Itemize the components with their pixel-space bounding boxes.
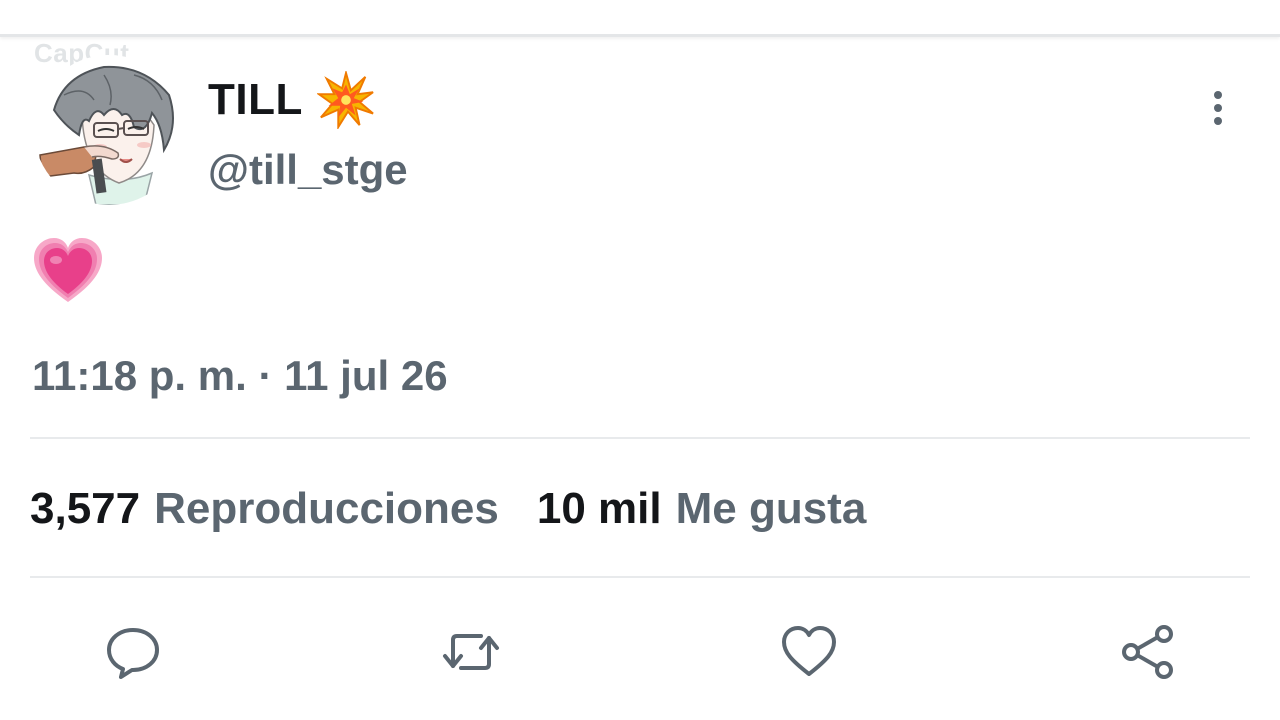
tweet-stats: 3,577 Reproducciones 10 mil Me gusta	[30, 484, 866, 534]
collision-emoji-icon	[316, 71, 374, 129]
user-handle[interactable]: @till_stge	[208, 146, 408, 194]
avatar-illustration	[34, 55, 184, 205]
top-bar	[0, 0, 1280, 37]
share-button[interactable]	[1110, 614, 1186, 690]
divider	[30, 437, 1250, 439]
tweet-timestamp[interactable]: 11:18 p. m. · 11 jul 26	[32, 352, 448, 400]
display-name-row[interactable]: TILL	[208, 71, 375, 129]
more-dot	[1214, 117, 1222, 125]
reply-icon	[107, 628, 159, 679]
tweet-action-bar	[0, 614, 1280, 690]
more-dot	[1214, 104, 1222, 112]
more-dot	[1214, 91, 1222, 99]
share-icon	[1122, 625, 1173, 679]
more-options-icon[interactable]	[1198, 82, 1238, 134]
retweet-button[interactable]	[433, 614, 509, 690]
views-count: 3,577	[30, 484, 141, 533]
like-button[interactable]	[771, 614, 847, 690]
views-label[interactable]: Reproducciones	[154, 484, 499, 534]
like-icon	[782, 626, 836, 676]
retweet-icon	[443, 634, 499, 670]
growing-heart-emoji-icon	[34, 238, 102, 302]
avatar[interactable]	[34, 55, 184, 205]
display-name[interactable]: TILL	[208, 75, 303, 125]
likes-label[interactable]: Me gusta	[676, 484, 867, 534]
tweet-detail-screen: CapCut TILL @till_stge 11:18 p. m. · 11 …	[0, 0, 1280, 720]
divider	[30, 576, 1250, 578]
reply-button[interactable]	[95, 614, 171, 690]
likes-count[interactable]: 10 mil	[537, 484, 662, 534]
